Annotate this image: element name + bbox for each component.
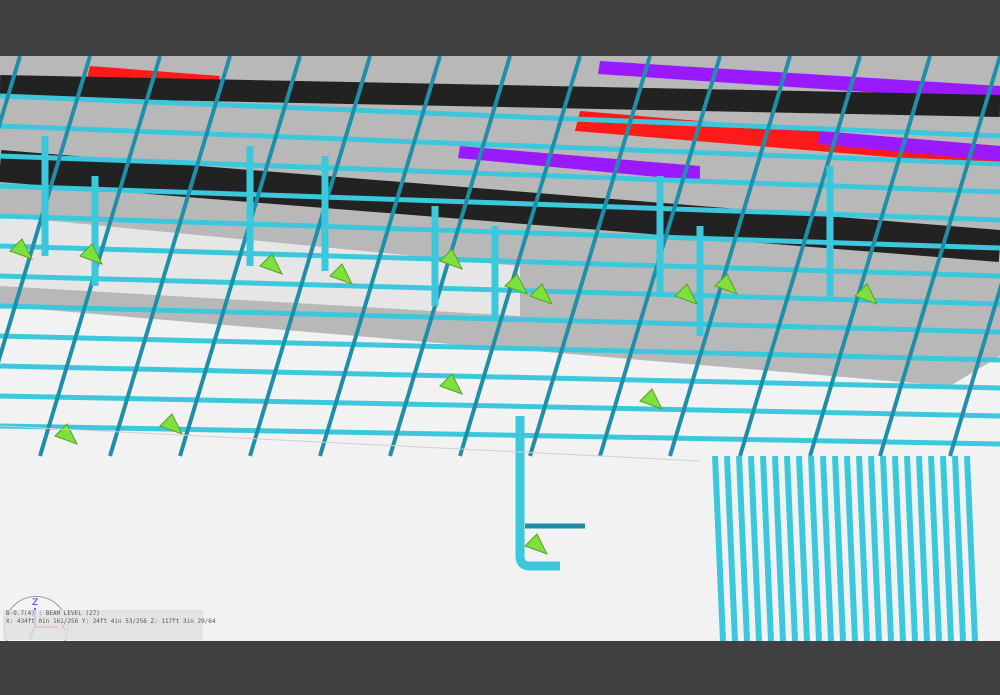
model-viewport[interactable]: Z X Y [0,56,1000,641]
riser-pipe [820,455,834,641]
riser-pipe [880,455,894,641]
riser-pipe [832,455,846,641]
riser-pipe [724,455,738,641]
riser-pipe [904,455,918,641]
riser-pipe [892,455,906,641]
riser-pipe [844,455,858,641]
riser-pipe [964,455,978,641]
riser-pipe [928,455,942,641]
status-coordinates-text: X: 434ft 0in 161/256 Y: 24ft 4in 53/256 … [6,618,216,625]
riser-pipe [952,455,966,641]
riser-pipe [712,455,726,641]
sprinkler-head [524,533,549,555]
riser-pipe [856,455,870,641]
riser-pipe [916,455,930,641]
piping-3d-scene [0,56,1000,641]
riser-pipe [772,455,786,641]
riser-pipe [760,455,774,641]
riser-pipe [736,455,750,641]
status-bar: B-9.7(4) : BEAM LEVEL (27) X: 434ft 0in … [3,610,216,640]
riser-pipe [748,455,762,641]
riser-pipe [808,455,822,641]
riser-pipe [868,455,882,641]
horizontal-pipe [0,393,1000,419]
horizontal-pipe [0,423,1000,447]
status-level-text: B-9.7(4) : BEAM LEVEL (27) [6,610,100,617]
riser-pipe [796,455,810,641]
riser-pipe [940,455,954,641]
riser-pipe [784,455,798,641]
sprinkler-head [639,388,664,410]
